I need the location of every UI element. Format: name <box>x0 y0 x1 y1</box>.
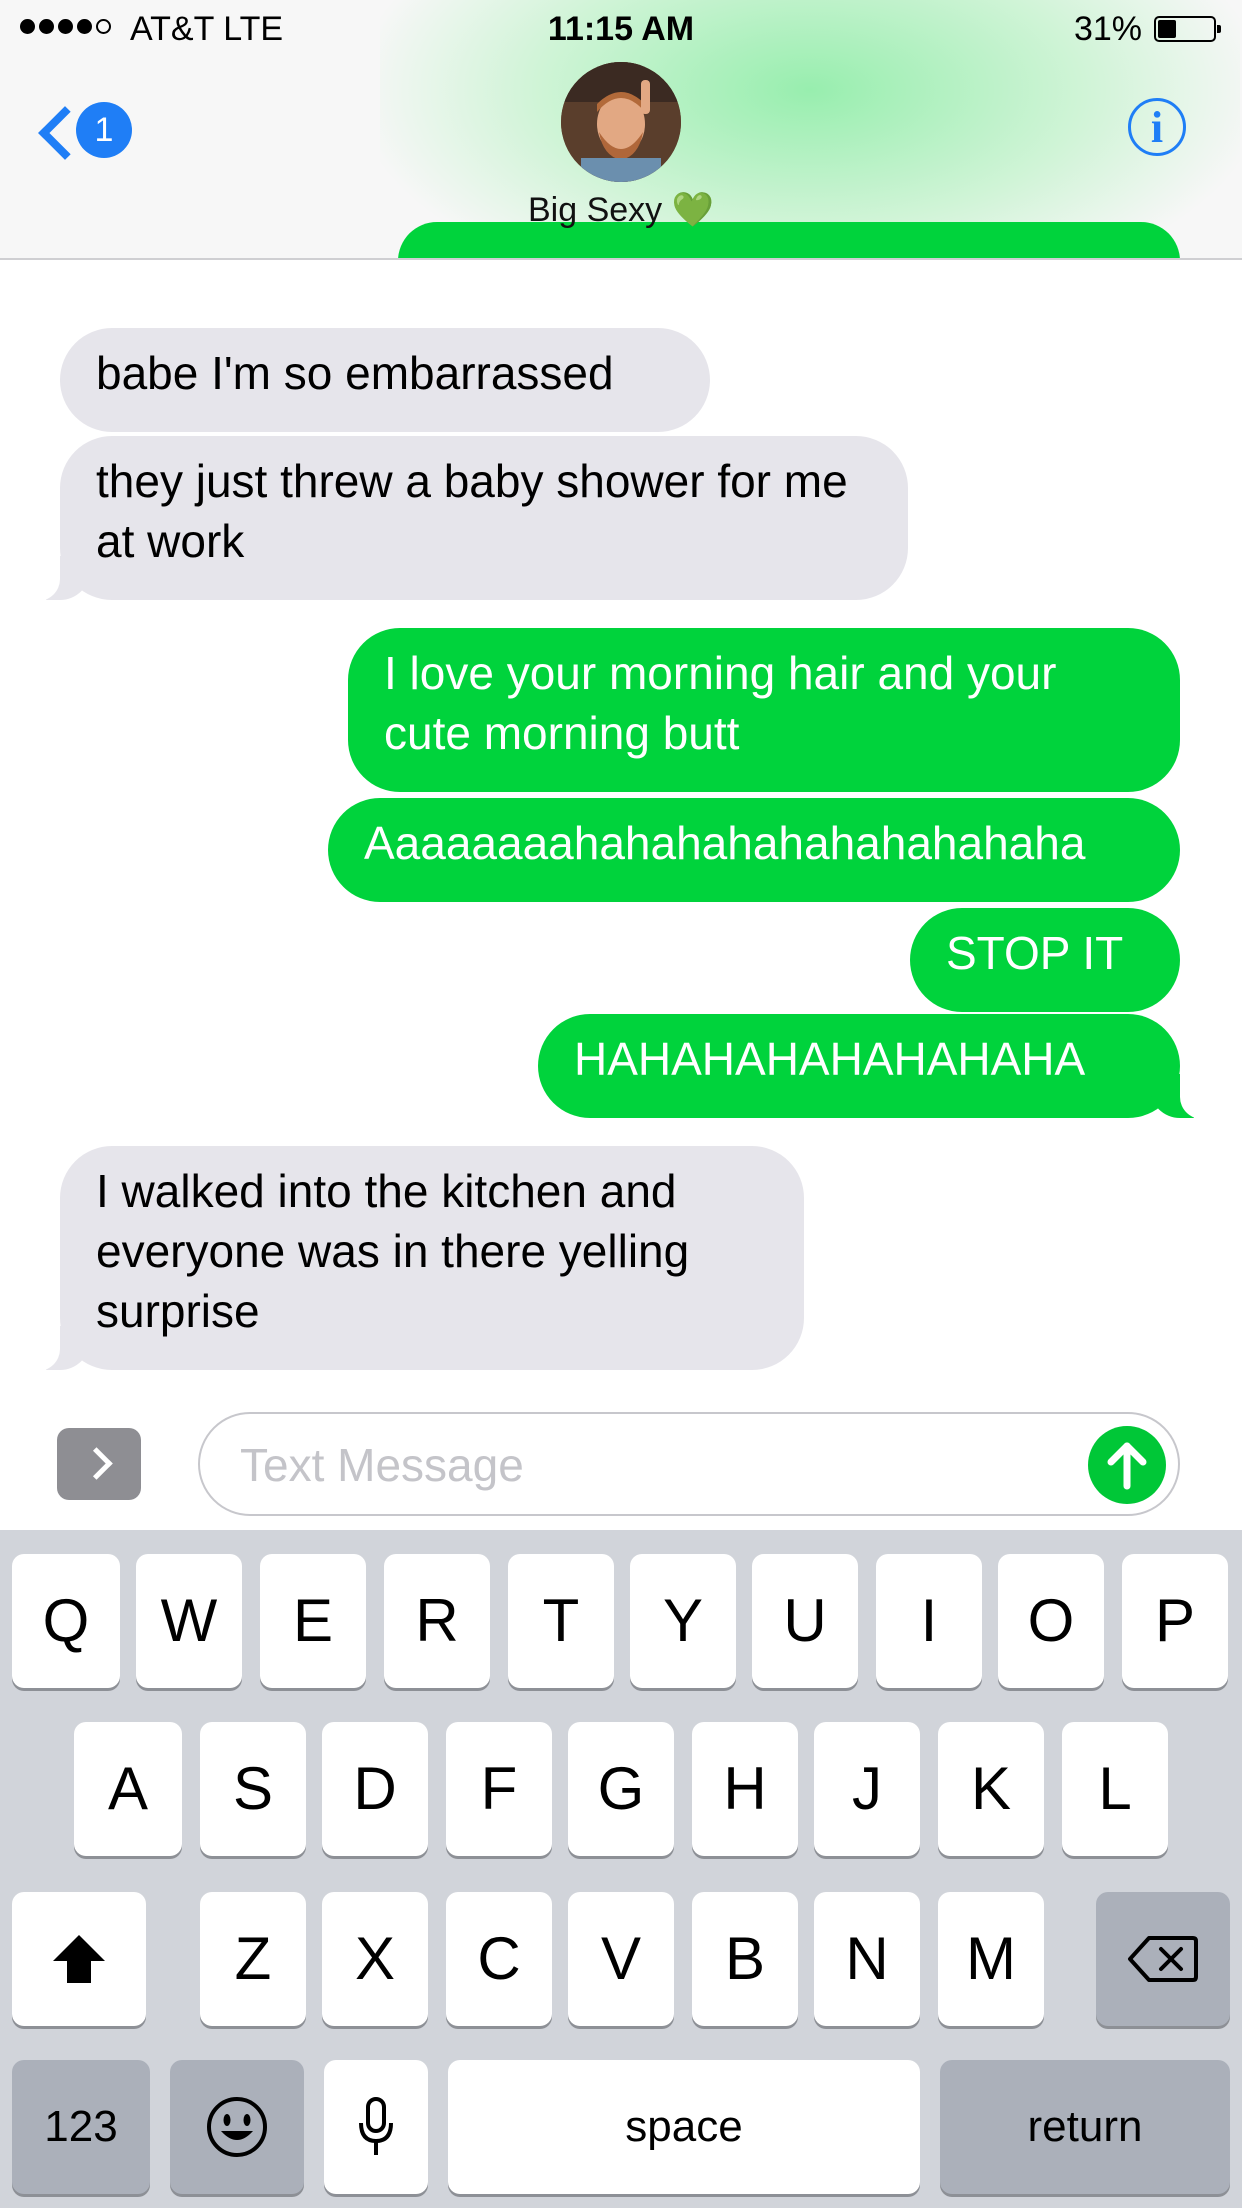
key-j[interactable]: J <box>814 1722 920 1856</box>
send-arrow-icon <box>1107 1442 1147 1490</box>
key-g[interactable]: G <box>568 1722 674 1856</box>
contact-name[interactable]: Big Sexy 💚 <box>0 190 1242 230</box>
key-n[interactable]: N <box>814 1892 920 2026</box>
back-button[interactable]: 1 <box>30 96 140 166</box>
message-bubble-outgoing[interactable]: HAHAHAHAHAHAHAHA <box>538 1014 1212 1119</box>
message-input-field[interactable] <box>198 1412 1180 1516</box>
info-button[interactable]: i <box>1128 98 1186 156</box>
message-bubble-incoming[interactable]: they just threw a baby shower for me at … <box>28 436 908 601</box>
message-bubble-outgoing[interactable]: STOP IT <box>910 908 1180 1012</box>
key-b[interactable]: B <box>692 1892 798 2026</box>
apps-expand-button[interactable] <box>57 1428 141 1500</box>
emoji-key[interactable] <box>170 2060 304 2194</box>
microphone-icon <box>359 2097 393 2155</box>
numbers-key[interactable]: 123 <box>12 2060 150 2194</box>
key-r[interactable]: R <box>384 1554 490 1688</box>
keyboard: Q W E R T Y U I O P A S D F G H J K L Z … <box>0 1530 1242 2208</box>
green-heart-icon: 💚 <box>671 191 714 229</box>
key-w[interactable]: W <box>136 1554 242 1688</box>
shift-icon <box>53 1935 105 1983</box>
key-t[interactable]: T <box>508 1554 614 1688</box>
message-bubble-outgoing[interactable]: I love your morning hair and your cute m… <box>348 628 1180 792</box>
conversation-header: AT&T LTE 11:15 AM 31% 1 Big Sexy 💚 i <box>0 0 1242 260</box>
key-q[interactable]: Q <box>12 1554 120 1688</box>
unread-badge: 1 <box>76 102 132 158</box>
dictation-key[interactable] <box>324 2060 428 2194</box>
key-s[interactable]: S <box>200 1722 306 1856</box>
key-m[interactable]: M <box>938 1892 1044 2026</box>
return-key[interactable]: return <box>940 2060 1230 2194</box>
apps-chevron-icon <box>80 1447 113 1480</box>
key-d[interactable]: D <box>322 1722 428 1856</box>
key-a[interactable]: A <box>74 1722 182 1856</box>
shift-key[interactable] <box>12 1892 146 2026</box>
info-icon: i <box>1150 103 1164 152</box>
key-p[interactable]: P <box>1122 1554 1228 1688</box>
key-y[interactable]: Y <box>630 1554 736 1688</box>
key-x[interactable]: X <box>322 1892 428 2026</box>
key-u[interactable]: U <box>752 1554 858 1688</box>
battery-icon <box>1154 16 1221 42</box>
key-l[interactable]: L <box>1062 1722 1168 1856</box>
message-bubble-incoming[interactable]: I walked into the kitchen and everyone w… <box>28 1146 804 1371</box>
status-time: 11:15 AM <box>547 10 695 48</box>
backspace-icon <box>1128 1936 1198 1982</box>
backspace-key[interactable] <box>1096 1892 1230 2026</box>
contact-avatar[interactable] <box>561 62 681 182</box>
key-z[interactable]: Z <box>200 1892 306 2026</box>
battery-percent: 31% <box>1073 10 1142 48</box>
key-v[interactable]: V <box>568 1892 674 2026</box>
key-c[interactable]: C <box>446 1892 552 2026</box>
send-button[interactable] <box>1088 1426 1166 1504</box>
key-h[interactable]: H <box>692 1722 798 1856</box>
message-bubble-incoming[interactable]: babe I'm so embarrassed <box>60 328 710 432</box>
key-o[interactable]: O <box>998 1554 1104 1688</box>
message-bubble-outgoing[interactable]: Aaaaaaaahahahahahahahahahaha <box>328 798 1180 902</box>
emoji-icon <box>207 2097 267 2157</box>
key-k[interactable]: K <box>938 1722 1044 1856</box>
status-bar: AT&T LTE 11:15 AM 31% <box>0 0 1242 60</box>
message-input[interactable] <box>238 1434 1062 1496</box>
key-e[interactable]: E <box>260 1554 366 1688</box>
key-f[interactable]: F <box>446 1722 552 1856</box>
key-i[interactable]: I <box>876 1554 982 1688</box>
space-key[interactable]: space <box>448 2060 920 2194</box>
